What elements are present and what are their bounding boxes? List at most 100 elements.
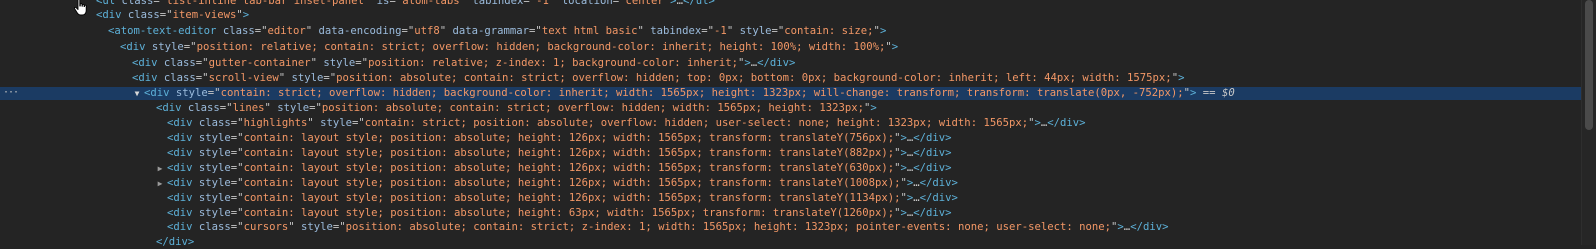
attribute-name: style: [192, 177, 231, 189]
vertical-scrollbar[interactable]: [1581, 0, 1596, 245]
attribute-name: class: [192, 117, 231, 129]
attribute-name: style: [733, 25, 772, 37]
element-markup: <div style="position: relative; contain:…: [120, 41, 898, 54]
attribute-value: -1: [714, 25, 727, 37]
attribute-name: style: [192, 162, 231, 174]
closing-tag: </div>: [1130, 221, 1169, 233]
element-markup: <div style="contain: layout style; posit…: [167, 162, 952, 175]
attribute-value: lines: [232, 102, 265, 114]
attribute-equals: =": [230, 177, 244, 189]
attribute-name: style: [145, 41, 184, 53]
open-tag-start: <div: [144, 87, 170, 99]
element-markup: <div style="contain: strict; overflow: h…: [144, 87, 1235, 100]
attribute-equals: =": [183, 41, 197, 53]
open-tag-start: <div: [167, 117, 193, 129]
row-menu-dots-icon[interactable]: ···: [3, 87, 19, 100]
attribute-value: item-views: [172, 9, 237, 21]
attribute-value: contain: layout style; position: absolut…: [243, 207, 895, 219]
attribute-name: style: [270, 102, 310, 114]
tree-row[interactable]: <div class="scroll-view" style="position…: [0, 72, 1582, 85]
open-tag-start: <div: [167, 192, 193, 204]
attribute-value: contain: layout style; position: absolut…: [243, 177, 901, 189]
tree-row[interactable]: <div class="cursors" style="position: ab…: [0, 221, 1582, 234]
tree-row[interactable]: <div style="contain: layout style; posit…: [0, 147, 1582, 160]
attribute-equals: =": [195, 57, 209, 69]
tree-row[interactable]: <atom-text-editor class="editor" data-en…: [0, 25, 1582, 38]
attribute-equals: =": [230, 117, 244, 129]
attribute-equals: =": [207, 87, 221, 99]
attribute-value: cursors: [243, 221, 289, 233]
closing-tag: </div>: [156, 236, 195, 248]
attribute-value: atom-tabs: [402, 0, 460, 7]
attribute-equals: =": [771, 25, 785, 37]
tree-row[interactable]: <div style="position: relative; contain:…: [0, 41, 1582, 54]
element-markup: <div class="scroll-view" style="position…: [132, 72, 1184, 85]
attribute-name: style: [192, 132, 231, 144]
element-markup: <div style="contain: layout style; posit…: [167, 147, 952, 160]
tree-row[interactable]: <div class="gutter-container" style="pos…: [0, 57, 1582, 70]
attribute-equals: =": [159, 9, 173, 21]
element-markup: <div class="cursors" style="position: ab…: [167, 221, 1168, 234]
element-markup: </div>: [156, 236, 194, 249]
attribute-value: contain: layout style; position: absolut…: [243, 147, 895, 159]
element-markup: <div class="gutter-container" style="pos…: [132, 57, 795, 70]
open-tag-start: <div: [156, 102, 182, 114]
attribute-name: data-encoding: [312, 25, 402, 37]
open-tag-start: <div: [167, 147, 193, 159]
attribute-value: utf8: [414, 25, 440, 37]
attribute-equals: =": [612, 0, 626, 7]
attribute-equals: =": [529, 25, 542, 37]
attribute-equals: =": [153, 0, 167, 7]
tree-row[interactable]: ▶ <div style="contain: layout style; posi…: [0, 162, 1582, 175]
tree-row[interactable]: ▶ <div style="contain: layout style; posi…: [0, 177, 1582, 190]
closing-tag: </div>: [1047, 117, 1086, 129]
tree-row[interactable]: </div>: [0, 236, 1582, 249]
tree-row[interactable]: <div class="highlights" style="contain: …: [0, 117, 1582, 130]
tree-row[interactable]: <div style="contain: layout style; posit…: [0, 207, 1582, 220]
attribute-name: style: [192, 192, 231, 204]
attribute-equals: =": [323, 72, 337, 84]
attribute-value: contain: layout style; position: absolut…: [243, 162, 895, 174]
attribute-value: gutter-container: [208, 57, 311, 69]
attribute-equals: =": [332, 221, 346, 233]
attribute-name: style: [192, 207, 231, 219]
attribute-equals: =": [230, 207, 244, 219]
scroll-thumb[interactable]: [1585, 0, 1593, 130]
tree-row[interactable]: <div style="contain: layout style; posit…: [0, 132, 1582, 145]
closing-tag: </div>: [913, 147, 952, 159]
attribute-value: position: absolute; contain: strict; z-i…: [345, 221, 1112, 233]
element-markup: <div class="lines" style="position: abso…: [156, 102, 877, 115]
attribute-name: class: [121, 9, 160, 21]
attribute-name: class: [192, 221, 231, 233]
attribute-value: contain: layout style; position: absolut…: [243, 192, 901, 204]
attribute-value: scroll-view: [208, 72, 279, 84]
attribute-name: tabindex: [466, 0, 524, 7]
attribute-value: center: [625, 0, 664, 7]
attribute-value: list-inline tab-bar inset-panel: [166, 0, 364, 7]
tree-row[interactable]: <ul class="list-inline tab-bar inset-pan…: [0, 0, 1582, 8]
expanded-toggle-icon[interactable]: ▼: [132, 87, 142, 100]
element-markup: <atom-text-editor class="editor" data-en…: [108, 25, 886, 38]
tree-row[interactable]: <div style="contain: layout style; posit…: [0, 192, 1582, 205]
open-tag-start: <div: [167, 177, 193, 189]
open-tag-end: >: [870, 102, 877, 114]
selected-tree-row[interactable]: ··· ▼ <div style="contain: strict; overflo…: [0, 87, 1582, 100]
attribute-value: contain: strict; position: absolute; ove…: [364, 117, 1029, 129]
open-tag-start: <div: [132, 72, 158, 84]
collapsed-toggle-icon[interactable]: ▶: [155, 177, 165, 190]
attribute-equals: =": [523, 0, 537, 7]
element-markup: <div class="highlights" style="contain: …: [167, 117, 1086, 130]
hand-cursor-icon: [74, 0, 87, 16]
attribute-equals: =": [254, 25, 268, 37]
attribute-equals: =": [355, 57, 369, 69]
collapsed-toggle-icon[interactable]: ▶: [155, 162, 165, 175]
attribute-name: tabindex: [643, 25, 702, 37]
element-markup: <div style="contain: layout style; posit…: [167, 177, 958, 190]
open-tag-end: >: [879, 25, 887, 37]
tree-row[interactable]: <div class="item-views">: [0, 9, 1582, 22]
open-tag-start: <div: [96, 9, 122, 21]
tree-row[interactable]: <div class="lines" style="position: abso…: [0, 102, 1582, 115]
attribute-equals: =": [309, 102, 322, 114]
attribute-value: position: absolute; contain: strict; ove…: [336, 72, 1172, 84]
attribute-name: data-grammar: [446, 25, 530, 37]
